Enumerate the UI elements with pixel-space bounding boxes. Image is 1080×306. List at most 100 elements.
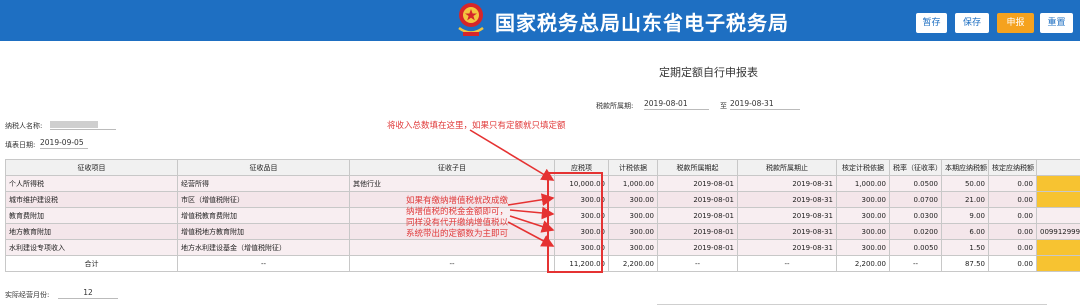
col-header: 税款所属期起	[657, 159, 738, 176]
total-tax-basis: 2,200.00	[608, 255, 658, 272]
cell-approved-basis: 300.00	[836, 191, 890, 208]
cell-tax-basis: 1,000.00	[608, 175, 658, 192]
cell-tax-rate: 0.0300	[889, 207, 942, 224]
cell-tax-payable: 1.50	[941, 239, 989, 256]
highlight-box	[547, 172, 603, 273]
col-header-blank	[1036, 159, 1080, 176]
col-header: 计税依据	[608, 159, 658, 176]
taxpayer-name-field	[50, 119, 116, 130]
cell-period-start: 2019-08-01	[657, 191, 738, 208]
period-label: 税款所属期:	[596, 102, 634, 110]
cell-period-start: 2019-08-01	[657, 239, 738, 256]
cell-tax-payable: 6.00	[941, 223, 989, 240]
total-approved-basis: 2,200.00	[836, 255, 890, 272]
cell-approved-basis: 300.00	[836, 239, 890, 256]
app-header: 国家税务总局山东省电子税务局 暂存 保存 申报 重置	[0, 0, 1080, 41]
cell-subcategory: 其他行业	[349, 175, 555, 192]
cell-subitem: 增值税教育费附加	[177, 207, 350, 224]
bottom-divider	[657, 304, 1047, 305]
cell-subitem: 经营所得	[177, 175, 350, 192]
cell-approved-tax: 0.00	[988, 207, 1037, 224]
cell-item: 个人所得税	[5, 175, 178, 192]
cell-approved-basis: 300.00	[836, 223, 890, 240]
total-extra	[1036, 255, 1080, 272]
cell-tax-rate: 0.0200	[889, 223, 942, 240]
cell-approved-basis: 1,000.00	[836, 175, 890, 192]
save-button[interactable]: 保存	[955, 13, 989, 33]
cell-extra	[1036, 175, 1080, 192]
cell-tax-rate: 0.0050	[889, 239, 942, 256]
cell-extra	[1036, 191, 1080, 208]
total-label: 合计	[5, 255, 178, 272]
cell-subitem: 增值税地方教育附加	[177, 223, 350, 240]
annotation-vat-amount: 如果有缴纳增值税就改成缴纳增值税的税金金额即可，同样没有代开缴纳增值税以系统带出…	[406, 196, 509, 239]
cell-tax-basis: 300.00	[608, 223, 658, 240]
table-row: 地方教育附加 增值税地方教育附加 300.00 300.00 2019-08-0…	[5, 223, 1080, 240]
cell-approved-tax: 0.00	[988, 223, 1037, 240]
cell-item: 水利建设专项收入	[5, 239, 178, 256]
period-to-label: 至	[720, 102, 727, 110]
total-approved-tax: 0.00	[988, 255, 1037, 272]
cell-approved-tax: 0.00	[988, 191, 1037, 208]
col-header: 征收子目	[349, 159, 555, 176]
col-header: 税款所属期止	[737, 159, 837, 176]
cell-approved-tax: 0.00	[988, 239, 1037, 256]
table-row: 水利建设专项收入 地方水利建设基金（增值税附征） 300.00 300.00 2…	[5, 239, 1080, 256]
cell-tax-payable: 9.00	[941, 207, 989, 224]
col-header: 核定应纳税额	[988, 159, 1037, 176]
cell-approved-basis: 300.00	[836, 207, 890, 224]
cell-period-start: 2019-08-01	[657, 175, 738, 192]
cell-period-start: 2019-08-01	[657, 223, 738, 240]
cell-tax-basis: 300.00	[608, 207, 658, 224]
cell-tax-payable: 21.00	[941, 191, 989, 208]
cell-tax-payable: 50.00	[941, 175, 989, 192]
cell-subitem: 地方水利建设基金（增值税附征）	[177, 239, 350, 256]
cell-tax-rate: 0.0500	[889, 175, 942, 192]
table-row: 教育费附加 增值税教育费附加 300.00 300.00 2019-08-01 …	[5, 207, 1080, 224]
tax-emblem-icon	[458, 3, 484, 36]
cell-period-start: 2019-08-01	[657, 207, 738, 224]
save-draft-button[interactable]: 暂存	[916, 13, 947, 33]
cell-period-end: 2019-08-31	[737, 175, 837, 192]
annotation-fill-income: 将收入总数填在这里，如果只有定额就只填定额	[387, 121, 566, 131]
cell-item: 地方教育附加	[5, 223, 178, 240]
col-header: 税率（征收率）	[889, 159, 942, 176]
operating-months-field[interactable]: 12	[58, 288, 118, 299]
cell-extra	[1036, 239, 1080, 256]
form-title: 定期定额自行申报表	[659, 66, 758, 79]
cell-tax-basis: 300.00	[608, 191, 658, 208]
operating-months-label: 实际经营月份:	[5, 291, 50, 299]
cell-period-end: 2019-08-31	[737, 191, 837, 208]
cell-tax-basis: 300.00	[608, 239, 658, 256]
period-from-field[interactable]: 2019-08-01	[644, 99, 709, 110]
table-row: 城市维护建设税 市区（增值税附征） 300.00 300.00 2019-08-…	[5, 191, 1080, 208]
cell-item: 城市维护建设税	[5, 191, 178, 208]
period-to-field[interactable]: 2019-08-31	[730, 99, 800, 110]
total-cell: --	[889, 255, 942, 272]
tax-declaration-table: 征收项目 征收品目 征收子目 应税项 计税依据 税款所属期起 税款所属期止 核定…	[5, 159, 1080, 272]
cell-extra: 009912999	[1036, 223, 1080, 240]
reset-button[interactable]: 重置	[1040, 13, 1073, 33]
cell-item: 教育费附加	[5, 207, 178, 224]
cell-subcategory	[349, 239, 555, 256]
table-header-row: 征收项目 征收品目 征收子目 应税项 计税依据 税款所属期起 税款所属期止 核定…	[5, 159, 1080, 176]
cell-approved-tax: 0.00	[988, 175, 1037, 192]
redacted-name	[50, 120, 98, 128]
total-cell: --	[349, 255, 555, 272]
col-header: 核定计税依据	[836, 159, 890, 176]
cell-period-end: 2019-08-31	[737, 207, 837, 224]
table-row: 个人所得税 经营所得 其他行业 10,000.00 1,000.00 2019-…	[5, 175, 1080, 192]
cell-period-end: 2019-08-31	[737, 239, 837, 256]
declare-button[interactable]: 申报	[997, 13, 1034, 33]
col-header: 征收项目	[5, 159, 178, 176]
col-header: 征收品目	[177, 159, 350, 176]
cell-extra	[1036, 207, 1080, 224]
col-header: 本期应纳税额	[941, 159, 989, 176]
total-cell: --	[737, 255, 837, 272]
cell-tax-rate: 0.0700	[889, 191, 942, 208]
cell-subitem: 市区（增值税附征）	[177, 191, 350, 208]
total-cell: --	[657, 255, 738, 272]
app-title: 国家税务总局山东省电子税务局	[495, 11, 789, 35]
fill-date-field[interactable]: 2019-09-05	[40, 138, 88, 149]
cell-period-end: 2019-08-31	[737, 223, 837, 240]
